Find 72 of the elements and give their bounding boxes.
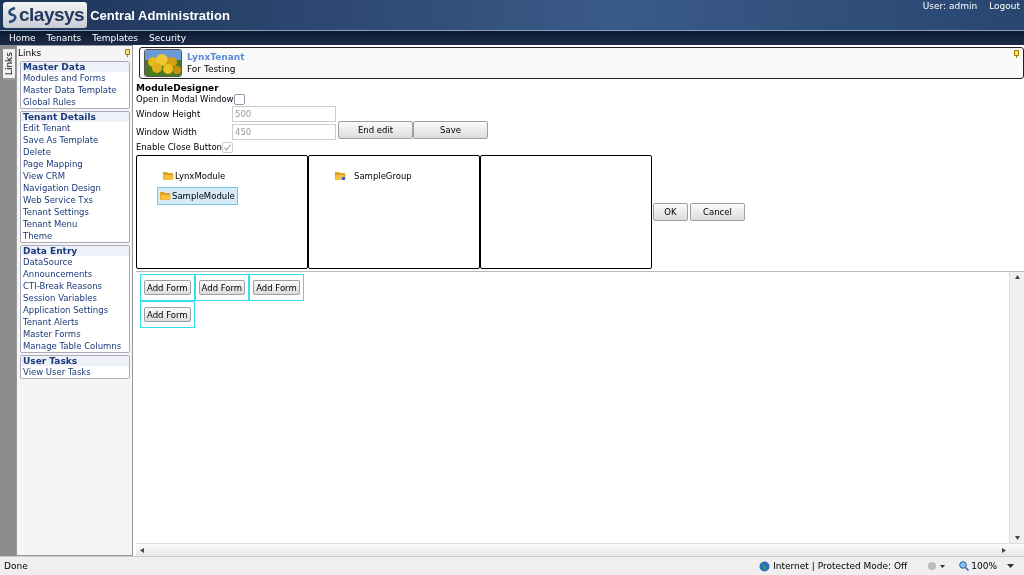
sidebar-link[interactable]: Manage Table Columns <box>21 340 129 352</box>
tenant-description: For Testing <box>187 64 237 74</box>
group-item[interactable]: SampleGroup <box>333 168 414 184</box>
field-label: Enable Close Button <box>136 142 222 152</box>
vertical-scrollbar[interactable] <box>1009 272 1024 543</box>
sidebar-link[interactable]: Delete <box>21 146 129 158</box>
panel-title: Links <box>18 47 42 58</box>
logo-text: claysys <box>19 4 85 26</box>
nav-item[interactable]: Templates <box>87 33 144 43</box>
caret-icon[interactable] <box>1007 564 1014 568</box>
sidebar-link[interactable]: Application Settings <box>21 304 129 316</box>
sidebar-link[interactable]: Tenant Alerts <box>21 316 129 328</box>
app-title: Central Administration <box>90 8 230 23</box>
zoom-icon[interactable] <box>959 561 970 571</box>
nav-item[interactable]: Home <box>4 33 42 43</box>
field-label: Window Height <box>136 109 202 119</box>
user-label: User: admin <box>922 1 978 11</box>
up-arrow-icon[interactable] <box>1014 275 1020 279</box>
sidebar-link[interactable]: CTI-Break Reasons <box>21 280 129 292</box>
sidebar-link[interactable]: Tenant Menu <box>21 218 129 230</box>
sidebar-link[interactable]: Tenant Settings <box>21 206 129 218</box>
right-arrow-icon[interactable] <box>1002 547 1006 553</box>
nav-item[interactable]: Security <box>144 33 192 43</box>
module-item[interactable]: SampleModule <box>157 187 238 205</box>
zone-text: Internet | Protected Mode: Off <box>773 561 908 571</box>
folder-icon <box>160 191 171 201</box>
sidebar-link[interactable]: Navigation Design <box>21 182 129 194</box>
globe-icon <box>759 560 771 572</box>
sidebar-link[interactable]: Modules and Forms <box>21 72 129 84</box>
sidebar-link[interactable]: Master Forms <box>21 328 129 340</box>
group-title: Data Entry <box>21 246 129 256</box>
sidebar-link[interactable]: Edit Tenant <box>21 122 129 134</box>
dialog-button[interactable]: Cancel <box>690 203 745 221</box>
zoom-level[interactable]: 100% <box>971 561 997 571</box>
links-tab[interactable]: Links <box>2 48 16 80</box>
sidebar-link[interactable]: Web Service Txs <box>21 194 129 206</box>
sidebar-link[interactable]: Master Data Template <box>21 84 129 96</box>
add-form-button[interactable]: Add Form <box>253 280 300 295</box>
action-button[interactable]: End edit <box>338 121 413 139</box>
sidebar-link[interactable]: Session Variables <box>21 292 129 304</box>
module-item[interactable]: LynxModule <box>161 168 228 184</box>
left-arrow-icon[interactable] <box>140 547 144 553</box>
pin-icon[interactable] <box>1014 50 1019 58</box>
action-button[interactable]: Save <box>413 121 488 139</box>
down-arrow-icon[interactable] <box>1014 536 1020 540</box>
group-title: Tenant Details <box>21 112 129 122</box>
add-form-button[interactable]: Add Form <box>144 280 191 295</box>
folder-icon <box>163 171 174 181</box>
group-title: Master Data <box>21 62 129 72</box>
add-form-button[interactable]: Add Form <box>198 280 246 295</box>
sidebar-link[interactable]: Page Mapping <box>21 158 129 170</box>
group-title: User Tasks <box>21 356 129 366</box>
field-label: Open in Modal Window <box>136 94 234 104</box>
status-text: Done <box>4 561 28 571</box>
nav-item[interactable]: Tenants <box>41 33 88 43</box>
swirl-icon <box>6 6 18 24</box>
folder-icon <box>335 171 346 181</box>
sidebar-link[interactable]: Global Rules <box>21 96 129 108</box>
sidebar-link[interactable]: Theme <box>21 230 129 242</box>
sidebar-link[interactable]: Save As Template <box>21 134 129 146</box>
sidebar-link[interactable]: View User Tasks <box>21 366 129 378</box>
horizontal-scrollbar[interactable] <box>136 543 1024 556</box>
dialog-button[interactable]: OK <box>653 203 688 221</box>
checkbox[interactable] <box>233 93 245 105</box>
section-title: ModuleDesigner <box>136 83 220 93</box>
logout-link[interactable]: Logout <box>989 1 1020 11</box>
sidebar-link[interactable]: View CRM <box>21 170 129 182</box>
pin-icon[interactable] <box>125 48 130 57</box>
field-label: Window Width <box>136 127 198 137</box>
add-form-button[interactable]: Add Form <box>144 307 191 322</box>
sidebar-link[interactable]: Announcements <box>21 268 129 280</box>
sidebar-link[interactable]: DataSource <box>21 256 129 268</box>
